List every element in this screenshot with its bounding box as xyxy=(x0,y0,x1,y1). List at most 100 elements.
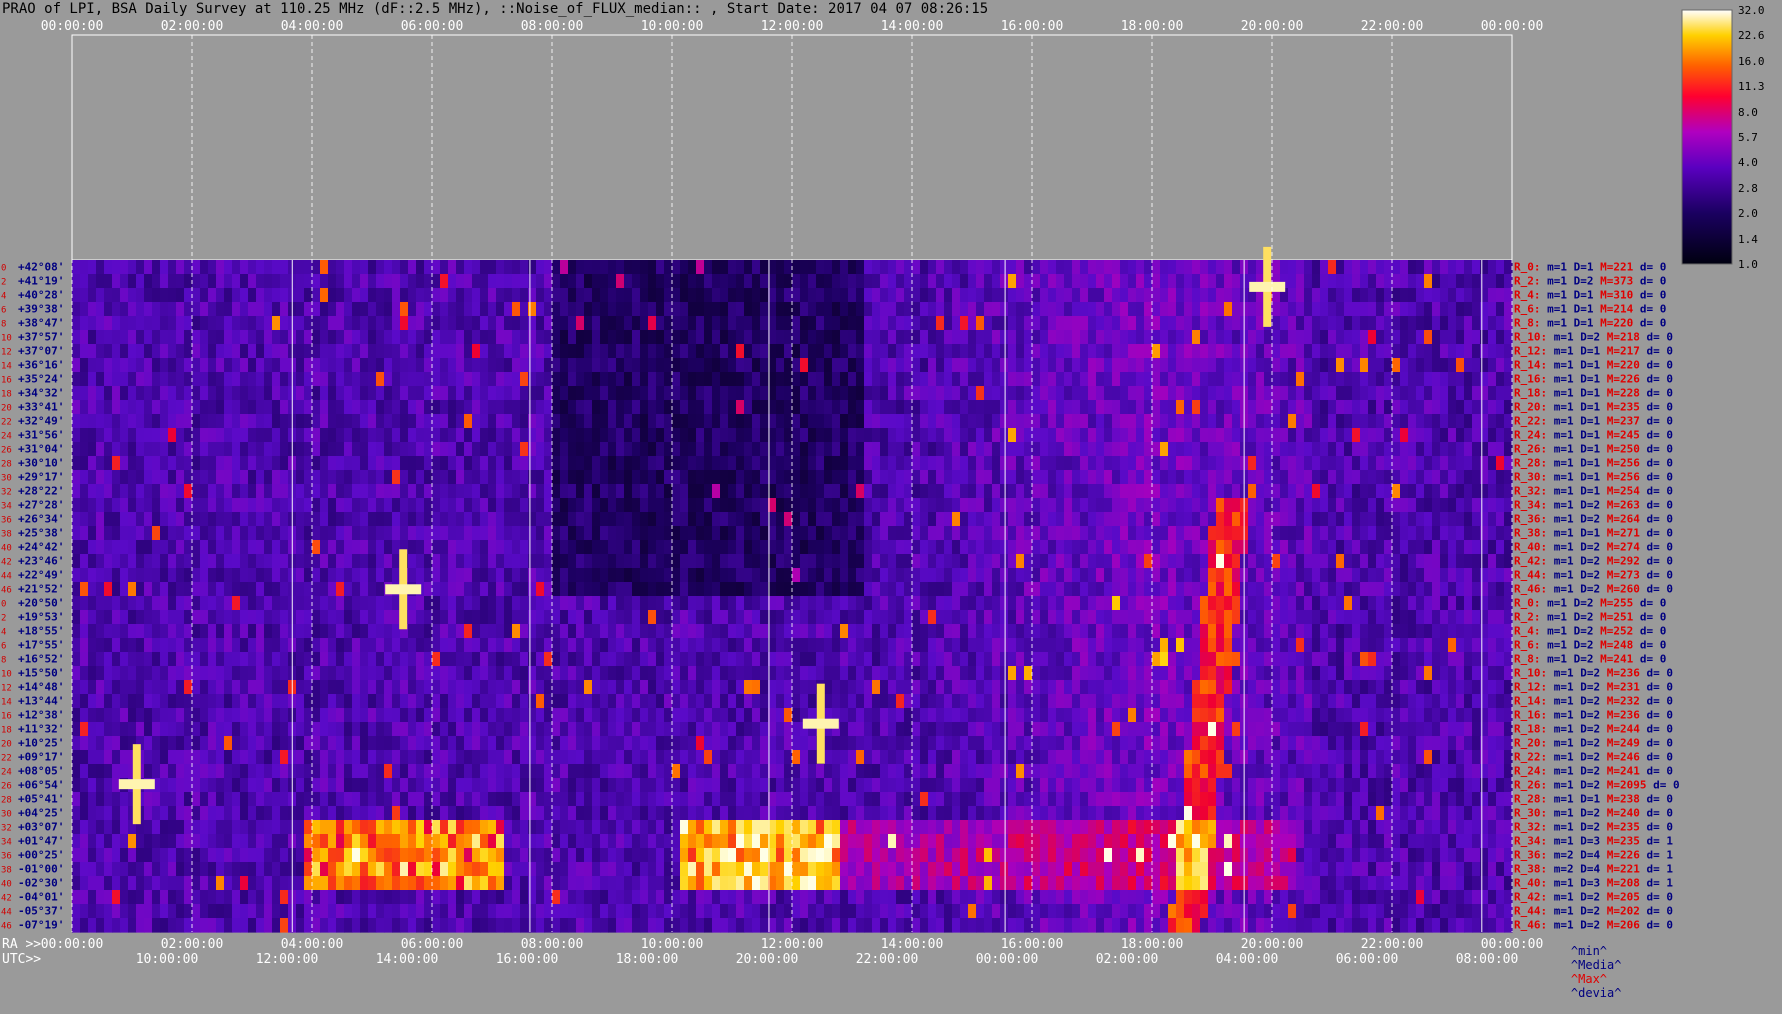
heatmap-cell xyxy=(1448,344,1457,359)
heatmap-cell xyxy=(136,470,145,485)
heatmap-cell xyxy=(1408,582,1417,597)
heatmap-cell xyxy=(72,288,81,303)
heatmap-cell xyxy=(72,540,81,555)
heatmap-cell xyxy=(304,316,313,331)
heatmap-cell xyxy=(792,582,801,597)
heatmap-cell xyxy=(328,610,337,625)
heatmap-cell xyxy=(456,596,465,611)
heatmap-cell xyxy=(1448,526,1457,541)
heatmap-cell xyxy=(816,624,825,639)
heatmap-cell xyxy=(120,568,129,583)
heatmap-cell xyxy=(1176,400,1185,415)
heatmap-cell xyxy=(1120,442,1129,457)
heatmap-cell xyxy=(912,526,921,541)
heatmap-cell xyxy=(824,316,833,331)
heatmap-cell xyxy=(1432,344,1441,359)
heatmap-cell xyxy=(240,442,249,457)
heatmap-cell xyxy=(248,554,257,569)
heatmap-cell xyxy=(504,288,513,303)
heatmap-cell xyxy=(1432,386,1441,401)
heatmap-cell xyxy=(104,554,113,569)
heatmap-cell xyxy=(1488,456,1497,471)
heatmap-cell xyxy=(576,624,585,639)
heatmap-cell xyxy=(200,274,209,289)
heatmap-cell xyxy=(512,358,521,373)
heatmap-cell xyxy=(1504,554,1513,569)
heatmap-cell xyxy=(712,540,721,555)
heatmap-cell xyxy=(192,428,201,443)
heatmap-cell xyxy=(1096,316,1105,331)
heatmap-cell xyxy=(696,330,705,345)
heatmap-cell xyxy=(944,316,953,331)
heatmap-cell xyxy=(1336,484,1345,499)
heatmap-cell xyxy=(792,540,801,555)
heatmap-cell xyxy=(648,610,657,625)
heatmap-cell xyxy=(304,358,313,373)
heatmap-cell xyxy=(1248,428,1257,443)
heatmap-cell xyxy=(1264,568,1273,583)
heatmap-cell xyxy=(104,330,113,345)
heatmap-cell xyxy=(544,316,553,331)
heatmap-cell xyxy=(1120,274,1129,289)
heatmap-cell xyxy=(544,400,553,415)
heatmap-cell xyxy=(600,498,609,513)
heatmap-cell xyxy=(856,302,865,317)
heatmap-cell xyxy=(856,386,865,401)
heatmap-cell xyxy=(1288,288,1297,303)
heatmap-cell xyxy=(168,344,177,359)
heatmap-cell xyxy=(1448,470,1457,485)
heatmap-cell xyxy=(432,302,441,317)
heatmap-cell xyxy=(976,512,985,527)
heatmap-cell xyxy=(1136,512,1145,527)
heatmap-cell xyxy=(1200,288,1209,303)
heatmap-cell xyxy=(1168,498,1177,513)
heatmap-cell xyxy=(152,638,161,653)
heatmap-cell xyxy=(728,400,737,415)
heatmap-cell xyxy=(872,358,881,373)
heatmap-cell xyxy=(1352,302,1361,317)
heatmap-cell xyxy=(1448,428,1457,443)
heatmap-cell xyxy=(1064,442,1073,457)
heatmap-cell xyxy=(600,414,609,429)
heatmap-cell xyxy=(1456,470,1465,485)
heatmap-cell xyxy=(1056,540,1065,555)
heatmap-cell xyxy=(1488,470,1497,485)
heatmap-cell xyxy=(264,302,273,317)
heatmap-cell xyxy=(1344,386,1353,401)
heatmap-cell xyxy=(1160,330,1169,345)
heatmap-cell xyxy=(1488,540,1497,555)
heatmap-cell xyxy=(1376,386,1385,401)
heatmap-cell xyxy=(1096,498,1105,513)
heatmap-cell xyxy=(624,638,633,653)
heatmap-cell xyxy=(1272,610,1281,625)
heatmap-cell xyxy=(888,288,897,303)
heatmap-cell xyxy=(344,400,353,415)
heatmap-cell xyxy=(1344,302,1353,317)
heatmap-cell xyxy=(552,470,561,485)
heatmap-cell xyxy=(904,484,913,499)
heatmap-cell xyxy=(984,288,993,303)
heatmap-cell xyxy=(1056,260,1065,275)
heatmap-cell xyxy=(992,428,1001,443)
heatmap-cell xyxy=(88,540,97,555)
heatmap-cell xyxy=(912,344,921,359)
heatmap-cell xyxy=(760,260,769,275)
heatmap-cell xyxy=(424,414,433,429)
heatmap-cell xyxy=(848,554,857,569)
heatmap-cell xyxy=(1352,554,1361,569)
heatmap-cell xyxy=(208,344,217,359)
heatmap-cell xyxy=(664,372,673,387)
heatmap-cell xyxy=(144,302,153,317)
heatmap-cell xyxy=(376,512,385,527)
heatmap-cell xyxy=(1056,526,1065,541)
heatmap-cell xyxy=(448,316,457,331)
heatmap-cell xyxy=(1080,316,1089,331)
heatmap-cell xyxy=(520,316,529,331)
heatmap-cell xyxy=(1208,372,1217,387)
heatmap-cell xyxy=(1400,260,1409,275)
heatmap-cell xyxy=(752,400,761,415)
heatmap-cell xyxy=(168,512,177,527)
heatmap-cell xyxy=(80,456,89,471)
heatmap-cell xyxy=(384,540,393,555)
heatmap-cell xyxy=(784,540,793,555)
